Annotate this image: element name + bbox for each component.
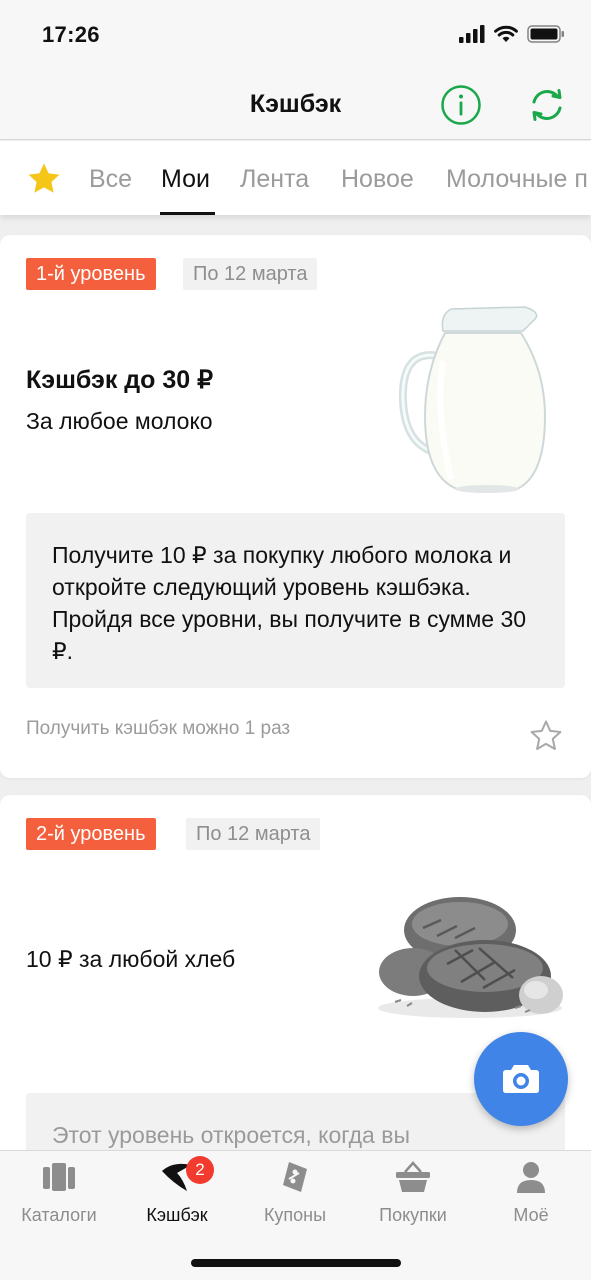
- date-badge: По 12 марта: [186, 818, 321, 850]
- level-badge: 1-й уровень: [26, 258, 156, 290]
- date-badge: По 12 марта: [183, 258, 318, 290]
- refresh-button[interactable]: [526, 84, 568, 126]
- usage-note: Получить кэшбэк можно 1 раз: [26, 718, 291, 739]
- tab-all[interactable]: Все: [89, 165, 132, 194]
- status-icons: [459, 25, 565, 43]
- description-text: Получите 10 ₽ за покупку любого молока и…: [52, 542, 527, 664]
- star-icon: [28, 163, 60, 193]
- notification-badge: 2: [186, 1156, 214, 1184]
- level-badge: 2-й уровень: [26, 818, 156, 850]
- tab-feed[interactable]: Лента: [240, 165, 309, 194]
- signal-icon: [459, 25, 485, 43]
- nav-label: Каталоги: [21, 1205, 97, 1225]
- info-button[interactable]: [440, 84, 482, 126]
- card-subtitle: За любое молоко: [26, 408, 213, 434]
- description-text: Этот уровень откроется, когда вы: [52, 1122, 410, 1148]
- cashback-list[interactable]: 1-й уровень По 12 марта Кэшбэк до 30 ₽ З…: [0, 215, 591, 1150]
- nav-label: Покупки: [379, 1205, 447, 1225]
- coupon-icon: [283, 1162, 307, 1192]
- battery-icon: [527, 25, 564, 43]
- scan-receipt-button[interactable]: [474, 1032, 568, 1126]
- card-title: 10 ₽ за любой хлеб: [26, 946, 236, 972]
- nav-profile[interactable]: Моё: [472, 1151, 590, 1241]
- card-title: Кэшбэк до 30 ₽: [26, 366, 214, 394]
- category-tabs: Все Мои Лента Новое Молочные п: [0, 141, 591, 215]
- home-indicator: [191, 1259, 401, 1267]
- nav-coupons[interactable]: Купоны: [236, 1151, 354, 1241]
- nav-header: Кэшбэк: [0, 70, 591, 140]
- page-title: Кэшбэк: [249, 90, 342, 118]
- tab-new[interactable]: Новое: [341, 165, 414, 194]
- nav-label: Кэшбэк: [146, 1205, 208, 1225]
- status-time: 17:26: [42, 22, 100, 47]
- profile-icon: [517, 1162, 545, 1193]
- status-bar: 17:26: [0, 0, 591, 70]
- wifi-icon: [494, 25, 518, 42]
- basket-icon: [396, 1161, 430, 1192]
- nav-label: Моё: [513, 1205, 549, 1225]
- bread-image: [378, 897, 563, 1018]
- tab-dairy[interactable]: Молочные п: [446, 165, 588, 194]
- tab-mine[interactable]: Мои: [161, 165, 210, 194]
- camera-icon: [503, 1065, 539, 1093]
- catalog-icon: [43, 1163, 75, 1191]
- nav-purchases[interactable]: Покупки: [354, 1151, 472, 1241]
- nav-label: Купоны: [263, 1205, 327, 1225]
- milk-jug-image: [398, 306, 547, 493]
- nav-catalogs[interactable]: Каталоги: [0, 1151, 118, 1241]
- nav-cashback[interactable]: 2 Кэшбэк: [118, 1151, 236, 1241]
- tab-favorites[interactable]: [26, 161, 62, 197]
- star-outline-icon: [530, 720, 562, 750]
- cashback-card[interactable]: 1-й уровень По 12 марта Кэшбэк до 30 ₽ З…: [0, 235, 591, 778]
- info-icon: [441, 85, 481, 125]
- refresh-icon: [532, 89, 562, 121]
- description-box: Получите 10 ₽ за покупку любого молока и…: [26, 513, 565, 688]
- favorite-button[interactable]: [528, 718, 564, 754]
